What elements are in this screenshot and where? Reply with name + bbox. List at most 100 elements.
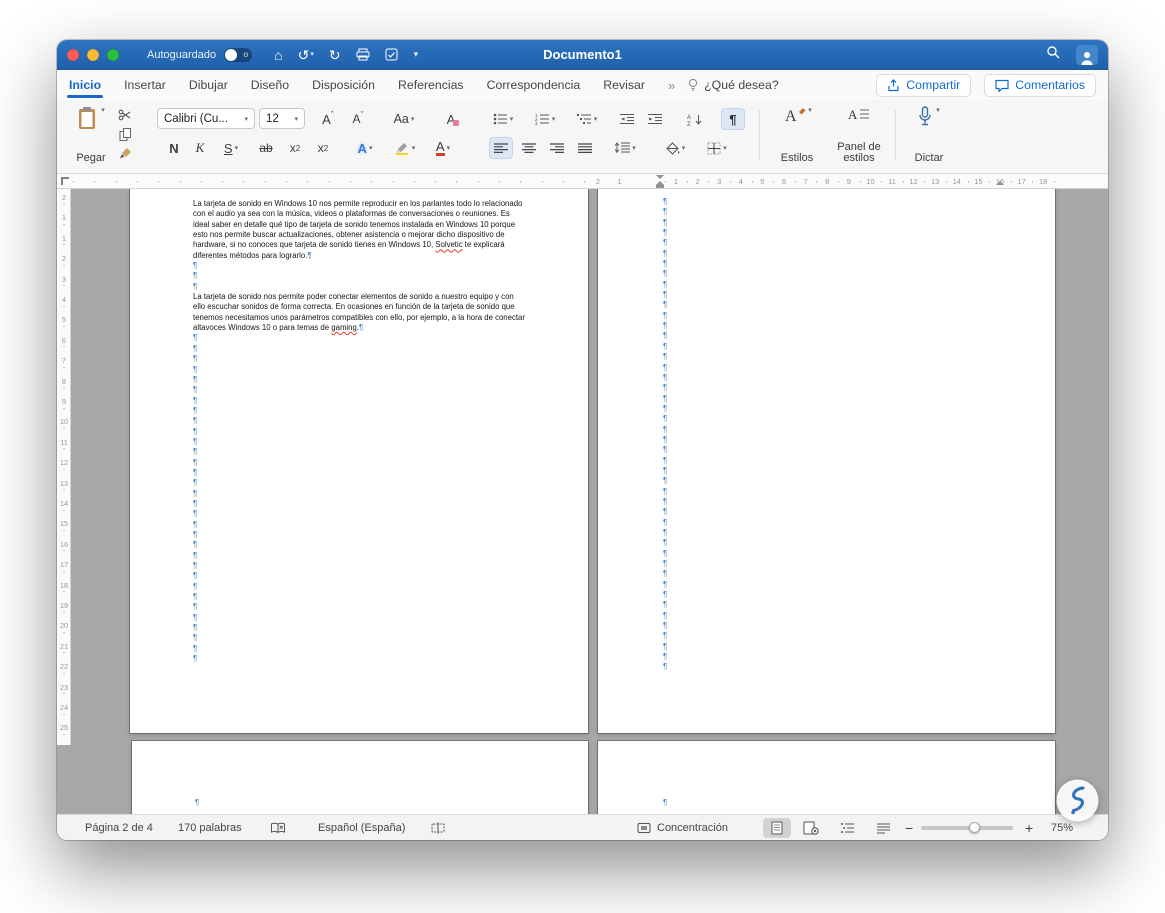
dictate-chevron-icon[interactable]: ▾ [936, 106, 940, 114]
change-case-button[interactable]: Aa ▾ [387, 108, 421, 130]
dictate-button[interactable]: ▾ Dictar [905, 106, 953, 164]
sort-button[interactable]: AZ [681, 108, 709, 130]
underline-button[interactable]: S ▾ [215, 137, 247, 159]
undo-chevron-icon[interactable]: ▾ [310, 48, 314, 62]
fullscreen-button[interactable] [107, 48, 119, 61]
strikethrough-button[interactable]: ab [253, 137, 279, 159]
ruler-tick [708, 181, 710, 183]
page-count-status[interactable]: Página 2 de 4 [85, 822, 153, 834]
document-canvas[interactable]: 2 1 1 2 3 4 5 6 7 8 9 10 11 12 13 14 15 16 17 18 19 20 21 22 23 2… [57, 189, 1108, 814]
zoom-slider[interactable] [921, 822, 1013, 833]
document-page-bottom-right[interactable]: ¶ [598, 741, 1055, 814]
tabs-overflow-button[interactable]: » [668, 78, 675, 93]
ruler-tick [264, 181, 266, 183]
font-size-select[interactable]: 12 ▾ [259, 108, 305, 129]
search-icon[interactable] [1046, 45, 1060, 64]
focus-mode-toggle[interactable]: Concentración [657, 822, 728, 834]
view-draft-button[interactable] [869, 818, 897, 838]
copy-button[interactable] [115, 125, 135, 143]
bold-button[interactable]: N [163, 137, 185, 159]
ruler-number: 4 [61, 295, 67, 304]
zoom-percentage[interactable]: 75% [1051, 822, 1073, 834]
bullets-button[interactable]: ▾ [487, 108, 519, 130]
text-effects-button[interactable]: A ▾ [349, 137, 381, 159]
increase-indent-button[interactable] [643, 108, 667, 130]
grow-font-button[interactable]: Aˆ [315, 108, 341, 130]
left-indent-marker[interactable] [656, 185, 664, 188]
tab-referencias[interactable]: Referencias [398, 70, 464, 100]
review-check-button[interactable] [385, 48, 398, 61]
multilevel-list-button[interactable]: ▾ [571, 108, 603, 130]
tab-dibujar[interactable]: Dibujar [189, 70, 228, 100]
document-page-top-left[interactable]: La tarjeta de sonido en Windows 10 nos p… [130, 189, 588, 733]
redo-button[interactable]: ↻ [329, 48, 341, 62]
superscript-button[interactable]: x2 [311, 137, 335, 159]
clear-formatting-button[interactable]: A [440, 108, 466, 130]
spellcheck-status-icon[interactable] [270, 822, 286, 834]
italic-button[interactable]: K [189, 137, 211, 159]
show-formatting-marks-button[interactable]: ¶ [721, 108, 745, 130]
tell-me-button[interactable]: ¿Qué desea? [687, 78, 779, 92]
document-page-bottom-left[interactable]: ¶ [132, 741, 588, 814]
print-button[interactable] [356, 48, 370, 61]
tab-correspondencia[interactable]: Correspondencia [487, 70, 581, 100]
language-status[interactable]: Español (España) [318, 822, 405, 834]
page-a-content[interactable]: La tarjeta de sonido en Windows 10 nos p… [130, 189, 588, 733]
underline-chevron-icon[interactable]: ▾ [235, 144, 239, 152]
text-selection-icon[interactable] [431, 822, 445, 834]
borders-button[interactable]: ▾ [701, 137, 733, 159]
align-right-button[interactable] [545, 137, 569, 159]
highlight-button[interactable]: ▾ [389, 137, 421, 159]
tab-diseno[interactable]: Diseño [251, 70, 289, 100]
view-web-layout-button[interactable] [797, 818, 825, 838]
justify-button[interactable] [573, 137, 597, 159]
view-outline-button[interactable] [833, 818, 861, 838]
tab-insertar[interactable]: Insertar [124, 70, 166, 100]
numbering-button[interactable]: 1 2 3 ▾ [529, 108, 561, 130]
close-button[interactable] [67, 48, 79, 61]
word-count-status[interactable]: 170 palabras [178, 822, 242, 834]
autosave-toggle[interactable]: o [224, 47, 253, 62]
shrink-font-button[interactable]: Aˇ [345, 108, 371, 130]
share-button[interactable]: Compartir [876, 73, 972, 97]
zoom-out-button[interactable]: − [905, 820, 913, 836]
styles-pane-button[interactable]: A Panel de estilos [829, 106, 889, 164]
home-icon[interactable]: ⌂ [274, 48, 282, 62]
view-print-layout-button[interactable] [763, 818, 791, 838]
ruler-tick [222, 181, 224, 183]
document-page-top-right[interactable]: ¶ ¶ ¶ ¶ ¶ ¶ ¶ ¶ ¶ ¶ ¶ ¶ ¶ ¶ ¶ ¶ ¶ ¶ ¶ ¶ ¶ ¶ ¶ ¶ ¶ ¶ ¶ ¶ ¶ ¶ ¶ ¶ ¶ ¶ ¶ ¶ ¶ ¶ ¶ ¶… [598, 189, 1055, 733]
tab-disposicion[interactable]: Disposición [312, 70, 375, 100]
format-painter-button[interactable] [115, 144, 135, 162]
decrease-indent-button[interactable] [615, 108, 639, 130]
editor-assistant-button[interactable] [1055, 778, 1100, 823]
first-line-indent-marker[interactable] [656, 175, 664, 179]
font-color-button[interactable]: A ▾ [427, 137, 459, 159]
font-name-select[interactable]: Calibri (Cu... ▾ [157, 108, 255, 129]
styles-chevron-icon[interactable]: ▾ [808, 106, 812, 114]
tab-inicio[interactable]: Inicio [66, 70, 104, 100]
qat-overflow-button[interactable]: ▾ [414, 49, 419, 60]
tab-revisar[interactable]: Revisar [603, 70, 645, 100]
styles-button[interactable]: A ▾ Estilos [771, 106, 823, 164]
tab-stop-selector[interactable] [61, 177, 69, 185]
cut-button[interactable] [115, 106, 135, 124]
align-center-button[interactable] [517, 137, 541, 159]
page-d-content[interactable]: ¶ [598, 741, 1055, 814]
subscript-button[interactable]: x2 [283, 137, 307, 159]
undo-button[interactable]: ↺ ▾ [298, 48, 314, 62]
align-left-button[interactable] [489, 137, 513, 159]
zoom-slider-thumb[interactable] [969, 822, 980, 833]
zoom-in-button[interactable]: + [1025, 820, 1033, 836]
shading-button[interactable]: ▾ [659, 137, 691, 159]
minimize-button[interactable] [87, 48, 99, 61]
page-b-content[interactable]: ¶ ¶ ¶ ¶ ¶ ¶ ¶ ¶ ¶ ¶ ¶ ¶ ¶ ¶ ¶ ¶ ¶ ¶ ¶ ¶ ¶ ¶ ¶ ¶ ¶ ¶ ¶ ¶ ¶ ¶ ¶ ¶ ¶ ¶ ¶ ¶ ¶ ¶ ¶ ¶… [598, 189, 1055, 733]
paste-chevron-icon[interactable]: ▾ [101, 106, 105, 114]
comments-button[interactable]: Comentarios [984, 73, 1096, 97]
justify-icon [578, 142, 592, 153]
ruler-tick [63, 244, 65, 246]
page-c-content[interactable]: ¶ [132, 741, 588, 814]
empty-paragraph-mark: ¶ [663, 548, 668, 558]
account-icon[interactable] [1076, 44, 1098, 65]
line-spacing-button[interactable]: ▾ [609, 137, 641, 159]
paste-button[interactable]: ▾ Pegar [67, 106, 115, 164]
